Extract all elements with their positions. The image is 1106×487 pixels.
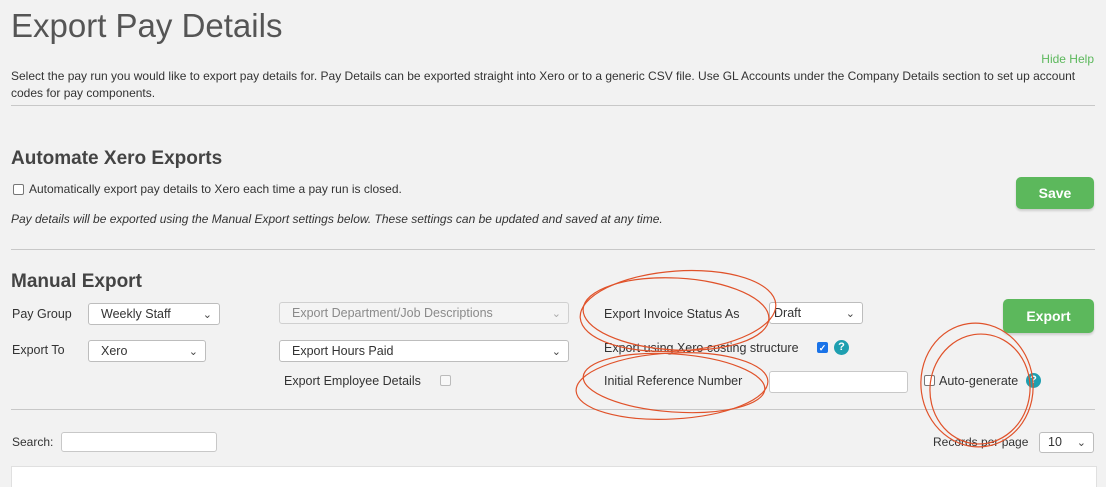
employee-details-label: Export Employee Details [284, 374, 421, 388]
auto-export-label: Automatically export pay details to Xero… [29, 182, 402, 196]
pay-group-label: Pay Group [12, 307, 72, 321]
divider [11, 249, 1095, 250]
pay-group-value: Weekly Staff [101, 307, 171, 321]
automate-note: Pay details will be exported using the M… [11, 212, 663, 226]
search-input[interactable] [61, 432, 217, 452]
search-label: Search: [12, 435, 54, 449]
employee-details-checkbox[interactable] [440, 375, 451, 386]
divider [11, 409, 1095, 410]
export-to-label: Export To [12, 343, 65, 357]
auto-export-checkbox[interactable] [13, 184, 24, 195]
department-select[interactable]: Export Department/Job Descriptions ⌄ [279, 302, 569, 324]
manual-section-title: Manual Export [11, 271, 142, 292]
records-per-page-label: Records per page [933, 435, 1029, 449]
page-title: Export Pay Details [11, 7, 283, 44]
hours-select[interactable]: Export Hours Paid ⌄ [279, 340, 569, 362]
hide-help-link[interactable]: Hide Help [1041, 52, 1094, 66]
pay-group-select[interactable]: Weekly Staff ⌄ [88, 303, 220, 325]
chevron-down-icon: ⌄ [551, 346, 561, 358]
chevron-down-icon: ⌄ [202, 309, 212, 321]
costing-checkbox[interactable] [817, 342, 828, 353]
costing-label: Export using Xero costing structure [604, 341, 799, 355]
department-select-value: Export Department/Job Descriptions [292, 306, 493, 320]
help-icon[interactable]: ? [1026, 373, 1041, 388]
invoice-status-label: Export Invoice Status As [604, 307, 740, 321]
auto-generate-label: Auto-generate [939, 374, 1019, 388]
data-table [11, 466, 1097, 487]
reference-label: Initial Reference Number [604, 374, 743, 388]
help-icon[interactable]: ? [834, 340, 849, 355]
divider [11, 105, 1095, 106]
intro-text: Select the pay run you would like to exp… [11, 69, 1076, 100]
auto-generate-checkbox[interactable] [924, 375, 935, 386]
annotation-circle [929, 333, 1031, 445]
chevron-down-icon: ⌄ [845, 308, 855, 320]
reference-input[interactable] [769, 371, 908, 393]
hours-select-value: Export Hours Paid [292, 344, 394, 358]
export-button[interactable]: Export [1003, 299, 1094, 333]
save-button[interactable]: Save [1016, 177, 1094, 209]
export-to-select[interactable]: Xero ⌄ [88, 340, 206, 362]
invoice-status-select[interactable]: Draft ⌄ [769, 302, 863, 324]
automate-section-title: Automate Xero Exports [11, 148, 223, 169]
chevron-down-icon: ⌄ [188, 346, 198, 358]
chevron-down-icon: ⌄ [551, 308, 561, 320]
records-per-page-value: 10 [1048, 435, 1062, 449]
records-per-page-select[interactable]: 10 ⌄ [1039, 432, 1094, 453]
export-to-value: Xero [101, 344, 128, 358]
invoice-status-value: Draft [774, 306, 802, 320]
chevron-down-icon: ⌄ [1076, 437, 1086, 449]
